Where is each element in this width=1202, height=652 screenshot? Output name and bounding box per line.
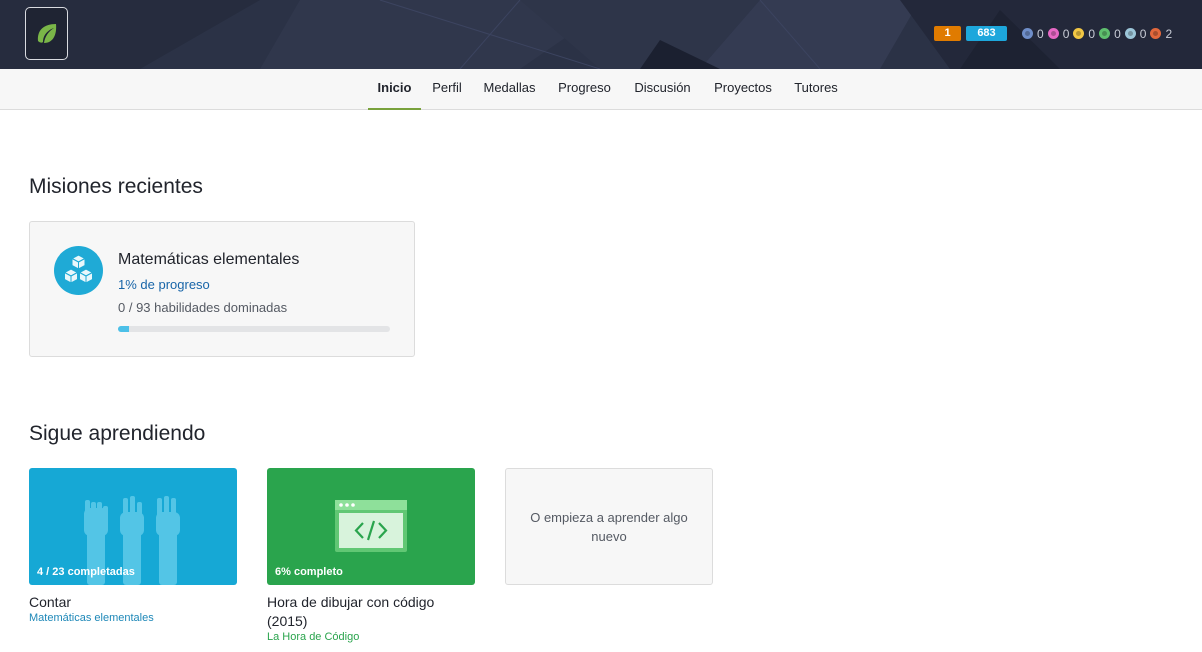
tab-perfil[interactable]: Perfil (427, 69, 467, 110)
tab-tutores[interactable]: Tutores (789, 69, 843, 110)
badge-count-value: 0 (1114, 26, 1121, 41)
sun-badge-icon (1099, 28, 1111, 39)
badge-count-value: 2 (1165, 26, 1173, 41)
tab-inicio[interactable]: Inicio (368, 69, 421, 110)
mission-skills-text: 0 / 93 habilidades dominadas (118, 300, 288, 315)
badge-count-challenge[interactable]: 2 (1150, 27, 1172, 41)
start-new-label: O empieza a aprender algo nuevo (530, 509, 688, 544)
profile-nav: Inicio Perfil Medallas Progreso Discusió… (0, 69, 1202, 110)
moon-badge-icon (1047, 28, 1059, 39)
course-card-contar[interactable]: 4 / 23 completadas (29, 468, 237, 585)
badge-count-meteorite[interactable]: 0 (1022, 27, 1044, 41)
mission-progress-text: 1% de progreso (118, 277, 210, 292)
start-new-card[interactable]: O empieza a aprender algo nuevo (505, 468, 713, 585)
course-progress-overlay: 4 / 23 completadas (37, 566, 135, 578)
badge-count-earth[interactable]: 0 (1073, 27, 1095, 41)
course-subject[interactable]: La Hora de Código (267, 631, 359, 643)
black-hole-badge-icon (1124, 28, 1136, 39)
badge-count-value: 0 (1037, 26, 1044, 41)
mission-card[interactable]: Matemáticas elementales 1% de progreso 0… (29, 221, 415, 357)
badge-count-moon[interactable]: 0 (1047, 26, 1070, 41)
mission-title[interactable]: Matemáticas elementales (118, 251, 299, 269)
course-subject[interactable]: Matemáticas elementales (29, 612, 154, 624)
badge-count-sun[interactable]: 0 (1099, 27, 1121, 41)
top-header: 1 683 0 0 0 0 0 2 (0, 0, 1202, 69)
mission-progress-fill (118, 326, 129, 332)
badge-count-value: 0 (1088, 26, 1096, 41)
recent-missions-heading: Misiones recientes (29, 175, 203, 198)
badge-count-value: 0 (1139, 26, 1147, 41)
tab-discusion[interactable]: Discusión (628, 69, 697, 110)
badge-counts[interactable]: 0 0 0 0 0 2 (1022, 26, 1172, 41)
earth-badge-icon (1073, 28, 1085, 39)
keep-learning-heading: Sigue aprendiendo (29, 422, 206, 445)
tab-progreso[interactable]: Progreso (552, 69, 617, 110)
tab-proyectos[interactable]: Proyectos (708, 69, 778, 110)
badge-count-value: 0 (1062, 26, 1070, 41)
streak-badge[interactable]: 1 (934, 26, 961, 41)
tab-medallas[interactable]: Medallas (478, 69, 541, 110)
badge-count-black-hole[interactable]: 0 (1124, 26, 1147, 41)
meteorite-badge-icon (1022, 28, 1033, 39)
cubes-icon (54, 246, 103, 295)
course-title[interactable]: Hora de dibujar con código (2015) (267, 593, 467, 631)
leaf-icon (37, 23, 56, 43)
avatar[interactable] (25, 7, 68, 60)
course-progress-overlay: 6% completo (275, 566, 343, 578)
challenge-patch-icon (1150, 28, 1162, 39)
mission-progress-bar (118, 326, 390, 332)
course-title[interactable]: Contar (29, 593, 71, 612)
course-card-hora-de-codigo[interactable]: 6% completo (267, 468, 475, 585)
energy-points-badge[interactable]: 683 (966, 26, 1007, 41)
